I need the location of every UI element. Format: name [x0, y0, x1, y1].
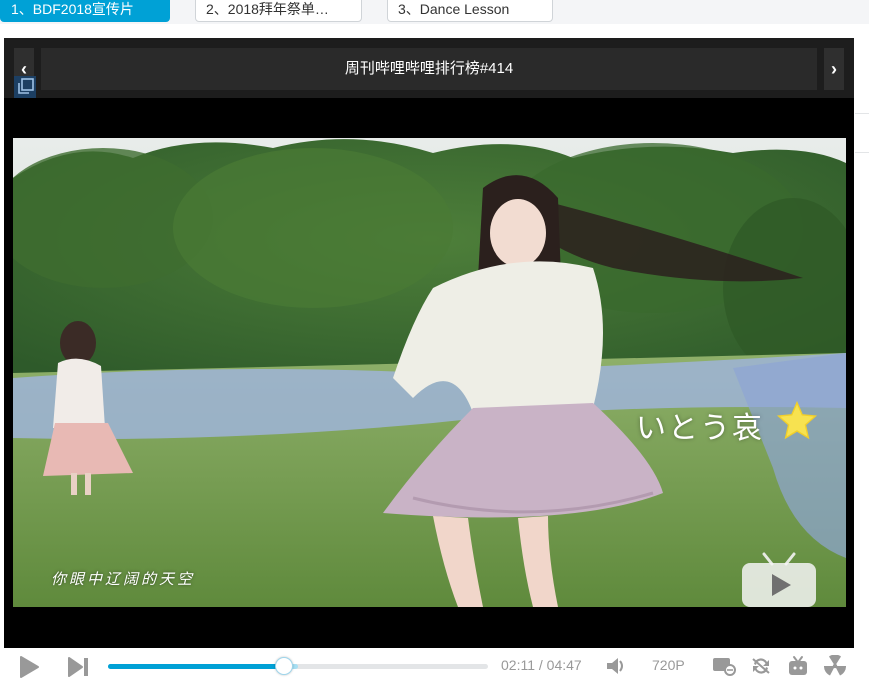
played-progress: [108, 664, 283, 669]
video-frame[interactable]: いとう哀 你眼中辽阔的天空: [13, 138, 846, 607]
video-title: 周刊哔哩哔哩排行榜#414: [41, 48, 817, 90]
quality-selector[interactable]: 720P: [652, 657, 685, 673]
time-display: 02:11 / 04:47: [501, 657, 582, 673]
play-icon[interactable]: [18, 655, 40, 679]
loop-icon[interactable]: [750, 656, 772, 676]
progress-bar[interactable]: [108, 657, 488, 675]
star-icon: [776, 400, 818, 440]
tab-part-2[interactable]: 2、2018拜年祭单…: [195, 0, 362, 22]
next-episode-icon[interactable]: [67, 656, 91, 678]
radiation-icon[interactable]: [824, 655, 846, 677]
next-arrow-button[interactable]: ›: [824, 48, 844, 90]
tab-part-3[interactable]: 3、Dance Lesson: [387, 0, 553, 22]
video-scene-image: [13, 138, 846, 607]
side-divider: [855, 113, 869, 114]
time-separator: /: [538, 657, 543, 673]
tv-mode-icon[interactable]: [787, 655, 809, 677]
playlist-tabs: 1、BDF2018宣传片 2、2018拜年祭单… 3、Dance Lesson: [0, 0, 869, 24]
video-subtitle: 你眼中辽阔的天空: [51, 570, 196, 588]
video-player[interactable]: ‹ 周刊哔哩哔哩排行榜#414 › いとう哀 你眼中辽阔的天空: [4, 38, 854, 648]
singer-name-overlay: いとう哀: [636, 411, 764, 446]
total-time: 04:47: [546, 657, 582, 673]
danmaku-settings-icon[interactable]: [712, 656, 736, 676]
picture-in-picture-icon[interactable]: [14, 76, 36, 98]
current-time: 02:11: [501, 657, 535, 673]
player-title-bar: ‹ 周刊哔哩哔哩排行榜#414 ›: [4, 38, 854, 98]
volume-icon[interactable]: [605, 656, 627, 676]
tab-part-1[interactable]: 1、BDF2018宣传片: [0, 0, 170, 22]
side-divider: [855, 152, 869, 153]
progress-thumb[interactable]: [274, 657, 293, 675]
bilibili-tv-watermark-icon: [742, 552, 816, 607]
